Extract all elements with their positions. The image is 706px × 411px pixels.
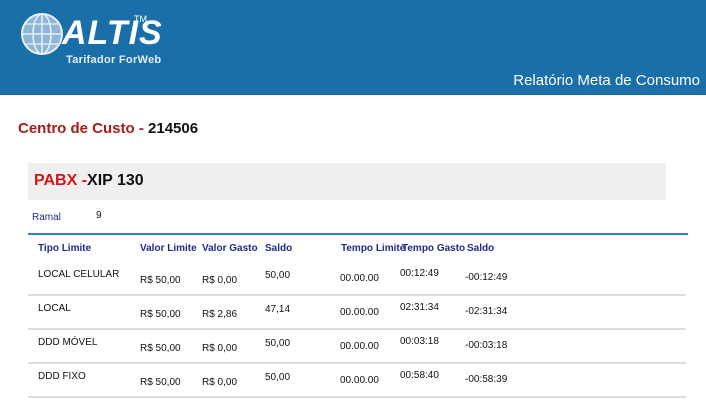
cell-tempo-gasto: 00:03:18: [400, 336, 439, 347]
column-header-valor-gasto: Valor Gasto: [202, 243, 258, 254]
cell-valor-gasto: R$ 2,86: [202, 309, 238, 320]
cell-valor-limite: R$ 50,00: [140, 275, 181, 286]
cost-center-value: 214506: [148, 120, 199, 137]
brand-tagline: Tarifador ForWeb: [66, 54, 162, 66]
cell-tempo-gasto: 00:12:49: [400, 268, 439, 279]
table-header: Tipo Limite Valor Limite Valor Gasto Sal…: [0, 243, 706, 257]
pabx-separator: -: [77, 172, 88, 189]
cell-tipo-limite: DDD FIXO: [38, 371, 86, 382]
column-header-tempo-limite: Tempo Limite: [341, 243, 406, 254]
cell-tempo-limite: 00.00.00: [340, 341, 379, 352]
cell-tempo-limite: 00.00.00: [340, 273, 379, 284]
report-title: Relatório Meta de Consumo: [513, 72, 700, 89]
column-header-tempo-gasto: Tempo Gasto: [402, 243, 466, 254]
column-header-tipo-limite: Tipo Limite: [38, 243, 92, 254]
cell-saldo: 50,00: [265, 338, 291, 349]
cell-saldo-tempo: -00:58:39: [465, 374, 508, 385]
brand-name: ALTIS: [62, 14, 163, 52]
row-divider: [28, 396, 686, 398]
cell-tempo-limite: 00.00.00: [340, 375, 379, 386]
altis-logo: ALTIS TM Tarifador ForWeb: [18, 10, 218, 70]
cell-tipo-limite: LOCAL: [38, 303, 71, 314]
table-row: LOCAL CELULAR R$ 50,00 R$ 0,00 50,00 00.…: [28, 262, 686, 296]
cost-center-separator: -: [134, 120, 149, 137]
column-header-saldo-tempo: Saldo: [467, 243, 495, 254]
ramal-label: Ramal: [32, 212, 61, 223]
globe-icon: [21, 13, 63, 55]
cell-saldo-tempo: -00:03:18: [465, 340, 508, 351]
cell-tipo-limite: LOCAL CELULAR: [38, 269, 120, 280]
cell-tempo-gasto: 02:31:34: [400, 302, 439, 313]
cell-saldo: 50,00: [265, 270, 291, 281]
cell-tempo-limite: 00.00.00: [340, 307, 379, 318]
cell-saldo: 50,00: [265, 372, 291, 383]
cell-valor-limite: R$ 50,00: [140, 377, 181, 388]
cell-tempo-gasto: 00:58:40: [400, 370, 439, 381]
column-header-valor-limite: Valor Limite: [140, 243, 197, 254]
table-row: LOCAL R$ 50,00 R$ 2,86 47,14 00.00.00 02…: [28, 296, 686, 330]
table-row: DDD MÓVEL R$ 50,00 R$ 0,00 50,00 00.00.0…: [28, 330, 686, 364]
cell-saldo-tempo: -02:31:34: [465, 306, 508, 317]
cell-saldo: 47,14: [265, 304, 291, 315]
cell-valor-gasto: R$ 0,00: [202, 275, 238, 286]
table-row: DDD FIXO R$ 50,00 R$ 0,00 50,00 00.00.00…: [28, 364, 686, 398]
pabx-value: XIP 130: [87, 172, 144, 189]
section-divider: [28, 233, 688, 235]
column-header-saldo: Saldo: [265, 243, 293, 254]
trademark-mark: TM: [134, 14, 147, 24]
cell-valor-gasto: R$ 0,00: [202, 343, 238, 354]
cell-valor-limite: R$ 50,00: [140, 343, 181, 354]
cell-valor-limite: R$ 50,00: [140, 309, 181, 320]
header-banner: ALTIS TM Tarifador ForWeb Relatório Meta…: [0, 0, 706, 95]
pabx-label: PABX: [34, 172, 78, 189]
cell-valor-gasto: R$ 0,00: [202, 377, 238, 388]
cell-tipo-limite: DDD MÓVEL: [38, 337, 98, 348]
cell-saldo-tempo: -00:12:49: [465, 272, 508, 283]
pabx-heading: PABX -XIP 130: [34, 172, 144, 190]
cost-center-label: Centro de Custo: [18, 120, 135, 137]
pabx-section-bar: PABX -XIP 130: [28, 163, 666, 200]
ramal-value: 9: [96, 210, 102, 221]
cost-center-heading: Centro de Custo - 214506: [18, 120, 198, 137]
